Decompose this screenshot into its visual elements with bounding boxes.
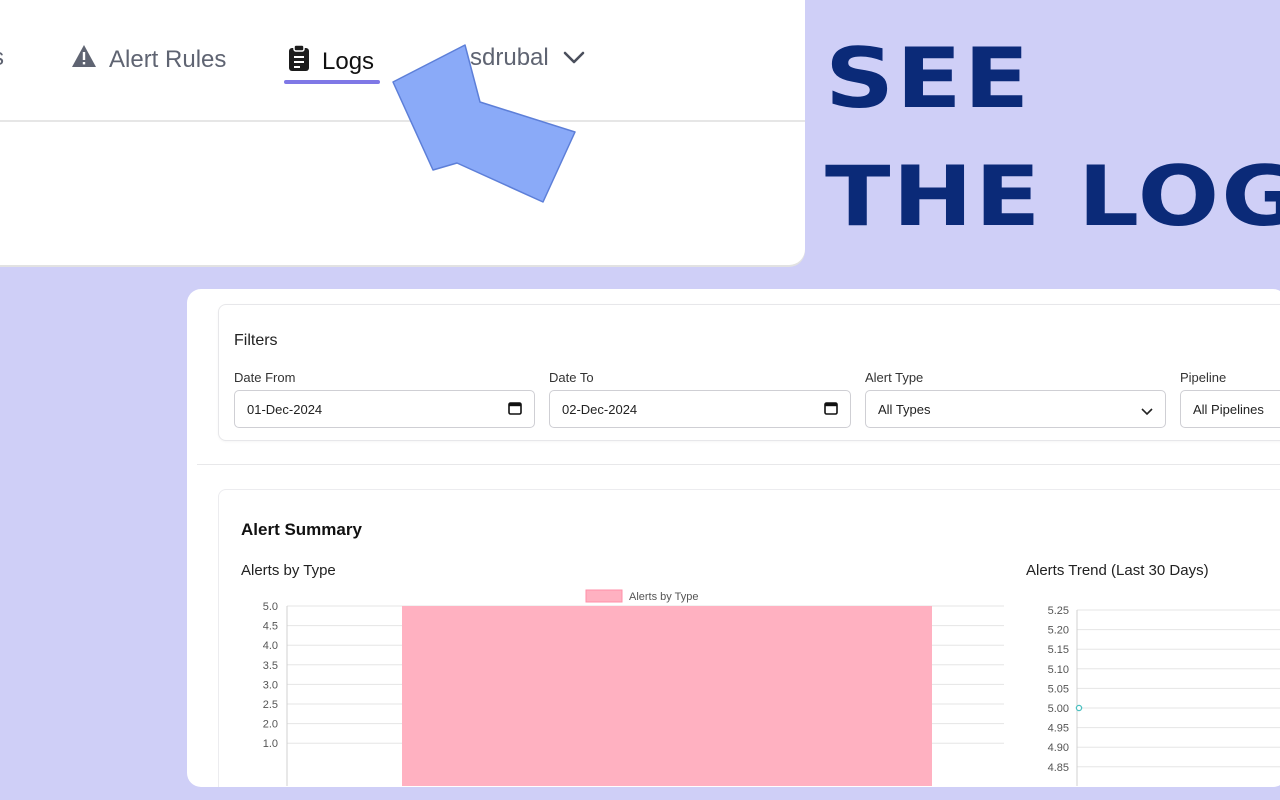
y-tick-label: 4.5 [263,621,278,633]
headline-line-1: SEE [825,30,1032,127]
y-tick-label: 5.10 [1048,664,1069,676]
y-tick-label: 5.20 [1048,625,1069,637]
calendar-icon[interactable] [508,401,522,418]
pipeline-label: Pipeline [1180,370,1227,385]
nav-item-logs[interactable]: Logs [288,44,374,79]
pipeline-value: All Pipelines [1193,401,1264,417]
y-tick-label: 5.05 [1048,683,1069,695]
y-tick-label: 5.0 [263,601,278,613]
warning-triangle-icon [71,44,97,75]
y-tick-label: 3.0 [263,679,278,691]
y-tick-label: 4.95 [1048,723,1069,735]
y-tick-label: 2.0 [263,719,278,731]
nav-item-alert-rules[interactable]: Alert Rules [71,44,226,75]
trend-chart-title: Alerts Trend (Last 30 Days) [1026,562,1209,579]
y-tick-label: 2.5 [263,699,278,711]
chevron-down-icon [1141,404,1153,419]
headline-line-2: THE LOG [825,148,1280,245]
date-to-label: Date To [549,370,594,385]
y-tick-label: 4.0 [263,640,278,652]
section-divider [197,464,1280,465]
date-from-label: Date From [234,370,296,385]
nav-item-label: s [0,44,4,72]
date-to-input[interactable]: 02-Dec-2024 [549,390,851,428]
date-to-value: 02-Dec-2024 [562,401,638,417]
nav-item-truncated[interactable]: s [0,44,4,72]
alert-type-field: Alert Type All Types [865,370,1166,428]
alert-type-value: All Types [878,401,931,417]
trend-point [1075,704,1083,712]
pipeline-select[interactable]: All Pipelines [1180,390,1280,428]
legend-label: Alerts by Type [629,591,699,603]
active-tab-indicator [284,80,380,84]
nav-item-label: Alert Rules [109,45,227,73]
pipeline-field: Pipeline All Pipelines [1180,370,1280,428]
headline: SEE THE LOG [825,28,1280,264]
bar-alerts-by-type [402,606,932,786]
date-from-input[interactable]: 01-Dec-2024 [234,390,535,428]
nav-item-label: Logs [322,47,375,75]
filters-card: Filters Date From 01-Dec-2024 Date To 02… [218,304,1280,441]
y-tick-label: 5.15 [1048,644,1069,656]
date-to-field: Date To 02-Dec-2024 [549,370,851,428]
calendar-icon[interactable] [824,401,838,418]
alert-summary-title: Alert Summary [241,520,362,539]
y-tick-label: 5.00 [1048,703,1069,715]
legend-swatch [585,589,623,603]
alert-summary-card: Alert Summary Alerts by Type Alerts Tren… [218,489,1280,787]
alerts-by-type-chart: Alerts by Type 5.0 4.5 4.0 3.5 3.0 2.5 2.0 1.0 [263,589,1004,786]
filters-title: Filters [234,332,278,349]
date-from-value: 01-Dec-2024 [247,401,323,417]
y-tick-label: 5.25 [1048,606,1069,617]
pointer-arrow [392,44,576,203]
logs-panel: Filters Date From 01-Dec-2024 Date To 02… [187,289,1280,787]
alert-type-select[interactable]: All Types [865,390,1166,428]
alert-type-label: Alert Type [865,370,924,385]
y-tick-label: 3.5 [263,660,278,672]
y-tick-label: 4.90 [1048,742,1069,754]
alerts-trend-chart: 5.25 5.20 5.15 5.10 5.05 5.00 4.95 4.90 4.85 [1048,606,1280,786]
date-from-field: Date From 01-Dec-2024 [234,370,535,428]
bar-chart-title: Alerts by Type [241,562,336,579]
y-tick-label: 4.85 [1048,762,1069,774]
y-tick-label: 1.0 [263,738,278,750]
clipboard-icon [288,44,310,79]
